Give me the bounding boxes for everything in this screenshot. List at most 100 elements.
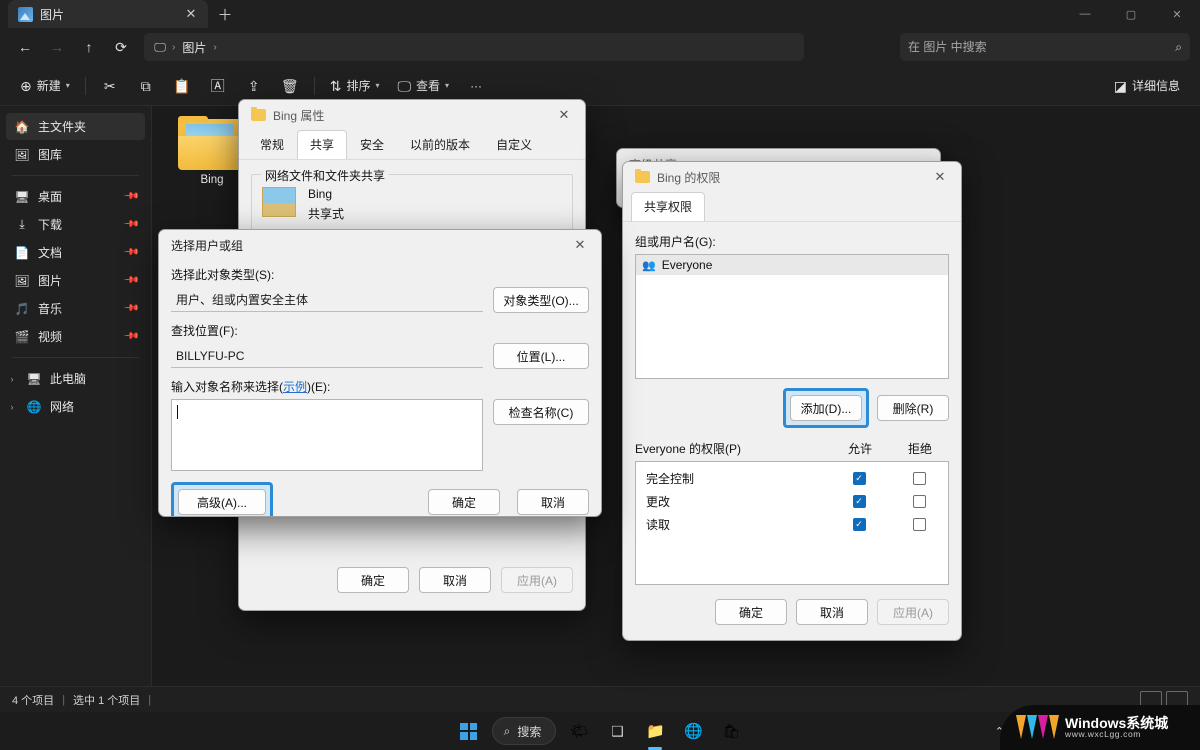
close-window-button[interactable]: ✕ [1154,0,1200,28]
remove-button[interactable]: 删除(R) [877,395,949,421]
tab-share-permissions[interactable]: 共享权限 [631,192,706,221]
sidebar-item-home[interactable]: 🏠 主文件夹 [6,113,145,140]
share-icon: ⇪ [247,77,260,94]
tab-security[interactable]: 安全 [347,130,397,159]
forward-icon[interactable]: → [42,33,72,61]
deny-column-header: 拒绝 [907,442,932,456]
sidebar-item-label: 桌面 [38,190,63,204]
paste-button[interactable]: 📋 [165,71,199,101]
apply-button[interactable]: 应用(A) [501,567,573,593]
permission-row-full-control[interactable]: 完全控制 ✓ [636,467,948,490]
details-button[interactable]: ◪ 详细信息 [1106,71,1188,101]
share-button[interactable]: ⇪ [237,71,271,101]
copy-button[interactable]: ⧉ [129,71,163,101]
sidebar-item-music[interactable]: 🎵 音乐 📌 [6,295,145,322]
ok-button[interactable]: 确定 [337,567,409,593]
chevron-right-icon-2[interactable]: › [6,402,18,412]
share-info: Bing 共享式 [308,187,344,222]
tab-general[interactable]: 常规 [247,130,297,159]
watermark-text: Windows系统城 www.wxcLgg.com [1065,715,1168,740]
list-item-everyone[interactable]: 👥 Everyone [636,255,948,275]
sort-button[interactable]: ⇅ 排序 ▾ [322,71,388,101]
tab-sharing[interactable]: 共享 [297,130,348,159]
object-names-input[interactable] [171,399,483,471]
search-input[interactable] [908,40,1170,54]
group-users-label: 组或用户名(G): [635,235,716,249]
add-button[interactable]: 添加(D)... [790,395,862,421]
up-icon[interactable]: ↑ [74,33,104,61]
start-button[interactable] [454,716,484,746]
location-button[interactable]: 位置(L)... [493,343,589,369]
check-names-button[interactable]: 检查名称(C) [493,399,589,425]
breadcrumb-item-pictures[interactable]: 图片 [179,39,209,56]
properties-titlebar: Bing 属性 ✕ [239,100,585,130]
store-icon[interactable]: 🛍 [716,716,746,746]
search-box[interactable]: ⌕ [900,33,1190,61]
command-bar: ⊕ 新建 ▾ ✂ ⧉ 📋 🄰 ⇪ 🗑 ⇅ 排序 ▾ 🖵 查看 ▾ ··· ◪ 详… [0,66,1200,106]
select-users-title: 选择用户或组 [171,238,244,253]
refresh-icon[interactable]: ⟳ [106,33,136,61]
new-tab-button[interactable]: ＋ [214,3,236,25]
view-button[interactable]: 🖵 查看 ▾ [390,71,458,101]
permission-row-read[interactable]: 读取 ✓ [636,513,948,536]
divider [84,76,86,95]
sidebar-item-this-pc[interactable]: › 🖥 此电脑 [6,365,145,392]
search-icon[interactable]: ⌕ [1175,40,1182,55]
sidebar-item-pictures[interactable]: 🖼 图片 📌 [6,267,145,294]
widgets-icon[interactable]: 🌤 [564,716,594,746]
clipboard-icon: 📋 [173,77,191,94]
close-icon[interactable]: ✕ [547,101,581,129]
close-icon[interactable]: ✕ [923,163,957,191]
maximize-button[interactable]: ▢ [1108,0,1154,28]
delete-button[interactable]: 🗑 [273,71,307,101]
deny-checkbox[interactable] [912,518,926,531]
sidebar-item-downloads[interactable]: ⤓ 下载 📌 [6,211,145,238]
breadcrumb[interactable]: 🖵 › 图片 › [144,33,804,61]
minimize-button[interactable]: — [1062,0,1108,28]
file-explorer-icon[interactable]: 📁 [640,716,670,746]
search-icon: ⌕ [503,723,511,738]
sidebar-item-videos[interactable]: 🎬 视频 📌 [6,323,145,350]
explorer-tab-pictures[interactable]: 图片 ✕ [8,0,208,28]
sidebar-item-label: 下载 [38,218,63,232]
allow-checkbox[interactable]: ✓ [852,495,866,508]
taskbar-search[interactable]: ⌕ 搜索 [491,717,557,745]
sidebar-item-desktop[interactable]: 🖥 桌面 📌 [6,183,145,210]
sidebar-item-network[interactable]: › 🌐 网络 [6,393,145,420]
window-controls: — ▢ ✕ [1062,0,1200,28]
task-view-icon[interactable]: ❑ [602,716,632,746]
back-icon[interactable]: ← [10,33,40,61]
close-icon[interactable]: ✕ [180,3,202,25]
breadcrumb-separator-icon-2: › [213,41,217,53]
edge-icon[interactable]: 🌐 [678,716,708,746]
chevron-right-icon[interactable]: › [6,374,18,384]
deny-checkbox[interactable] [912,472,926,485]
sort-label: 排序 [346,79,371,93]
ok-button[interactable]: 确定 [428,489,500,515]
tab-customize[interactable]: 自定义 [483,130,545,159]
cancel-button[interactable]: 取消 [517,489,589,515]
allow-checkbox[interactable]: ✓ [852,472,866,485]
apply-button[interactable]: 应用(A) [877,599,949,625]
close-icon[interactable]: ✕ [563,231,597,259]
sidebar-item-gallery[interactable]: 🖼 图库 [6,141,145,168]
cancel-button[interactable]: 取消 [796,599,868,625]
deny-checkbox[interactable] [912,495,926,508]
advanced-button[interactable]: 高级(A)... [178,489,266,515]
network-sharing-group: 网络文件和文件夹共享 Bing 共享式 [251,167,573,233]
sidebar-item-documents[interactable]: 📄 文档 📌 [6,239,145,266]
allow-checkbox[interactable]: ✓ [852,518,866,531]
ok-button[interactable]: 确定 [715,599,787,625]
group-users-listbox[interactable]: 👥 Everyone [635,254,949,379]
cancel-button[interactable]: 取消 [419,567,491,593]
permissions-listbox[interactable]: 完全控制 ✓ 更改 ✓ 读取 ✓ [635,461,949,585]
examples-link[interactable]: 示例 [283,380,307,394]
rename-button[interactable]: 🄰 [201,71,235,101]
new-button[interactable]: ⊕ 新建 ▾ [12,71,78,101]
object-type-button[interactable]: 对象类型(O)... [493,287,589,313]
cut-button[interactable]: ✂ [93,71,127,101]
tab-title: 图片 [40,7,65,22]
more-button[interactable]: ··· [459,71,493,101]
permission-row-change[interactable]: 更改 ✓ [636,490,948,513]
tab-previous-versions[interactable]: 以前的版本 [397,130,483,159]
